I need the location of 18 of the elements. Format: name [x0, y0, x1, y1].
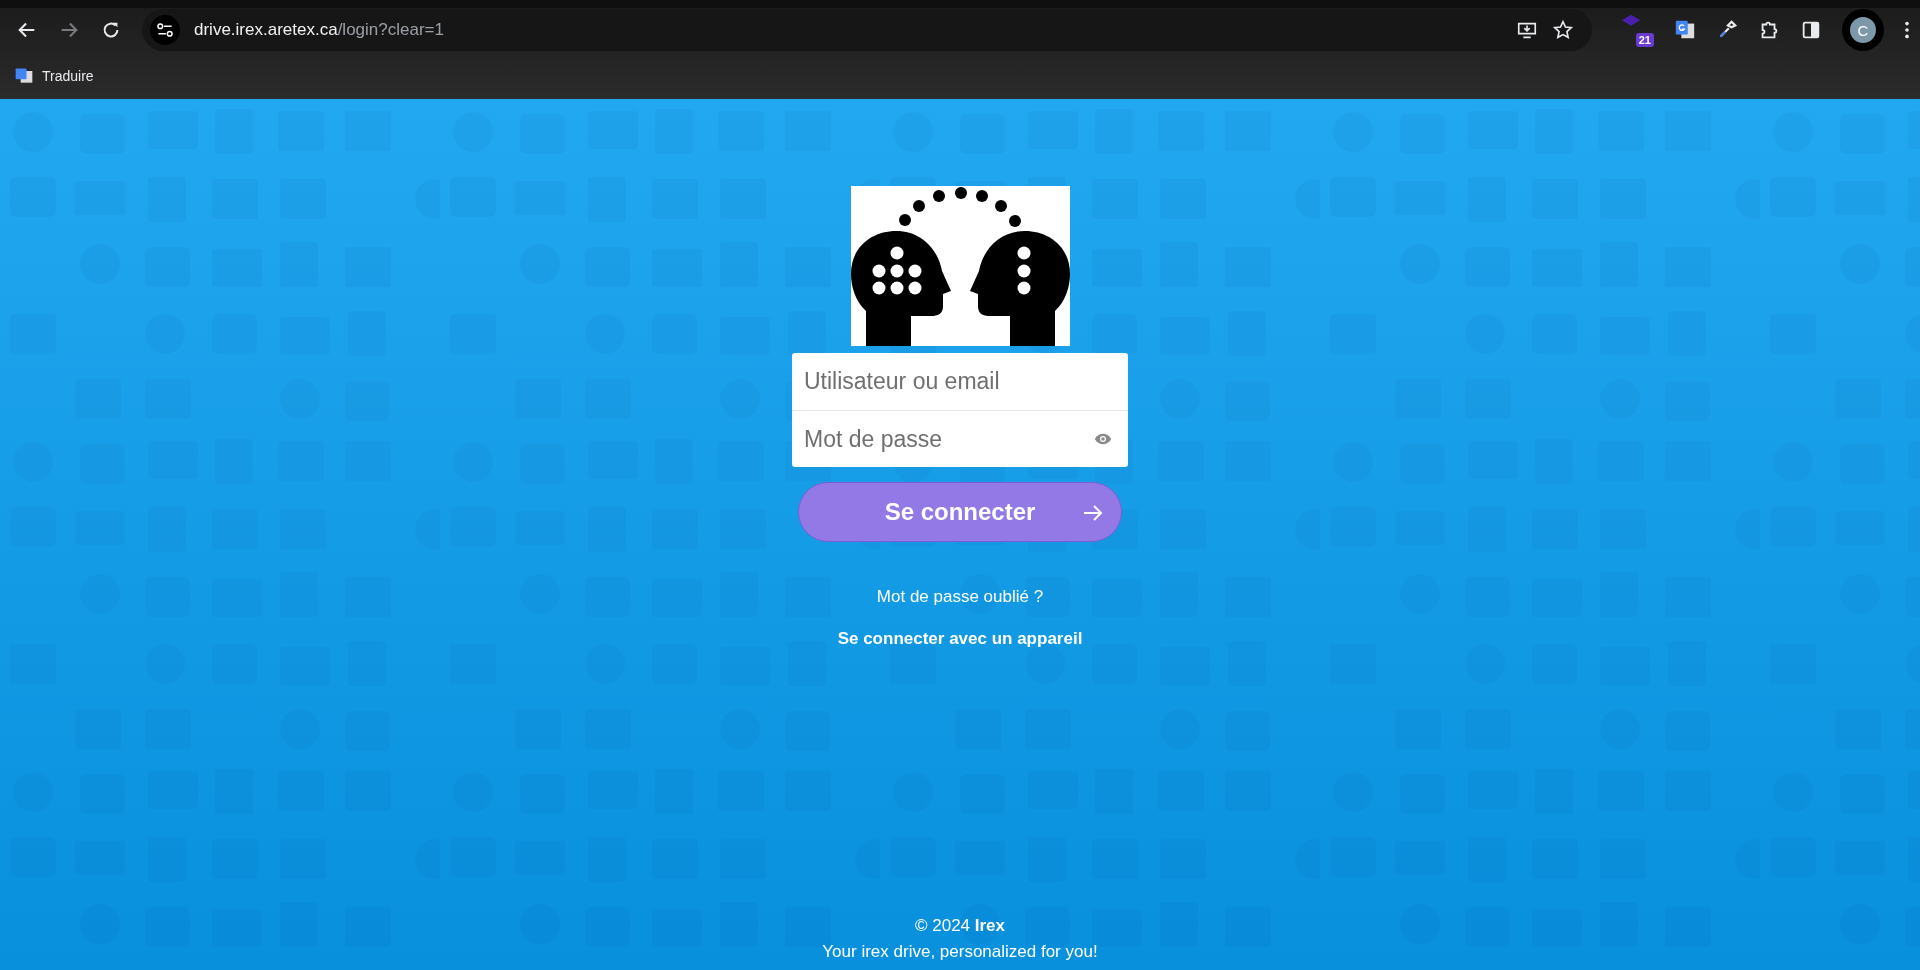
copyright-text: © 2024 Irex — [914, 916, 1005, 936]
tagline-text: Your irex drive, personalized for you! — [822, 942, 1098, 962]
address-bar[interactable]: drive.irex.aretex.ca/login?clear=1 — [142, 9, 1592, 51]
login-link[interactable]: Se connecter avec un appareil — [837, 629, 1083, 649]
side-panel-icon[interactable] — [1800, 19, 1822, 41]
profile-avatar[interactable]: C — [1850, 17, 1876, 43]
password-field[interactable]: Mot de passe — [792, 410, 1128, 467]
url-text: drive.irex.aretex.ca/login?clear=1 — [194, 20, 444, 40]
site-settings-icon[interactable] — [150, 15, 180, 45]
login-button[interactable]: Se connecter — [798, 482, 1122, 542]
extension-badge: 21 — [1635, 33, 1654, 47]
bookmark-link[interactable]: Traduire — [14, 65, 94, 86]
menu-icon[interactable] — [1904, 19, 1910, 41]
username-field[interactable]: Utilisateur ou email — [792, 353, 1128, 410]
login-link[interactable]: Mot de passe oublié ? — [876, 587, 1044, 607]
star-icon[interactable] — [1552, 19, 1574, 41]
translate-icon[interactable] — [1674, 19, 1696, 41]
eye-icon[interactable] — [1094, 433, 1112, 445]
